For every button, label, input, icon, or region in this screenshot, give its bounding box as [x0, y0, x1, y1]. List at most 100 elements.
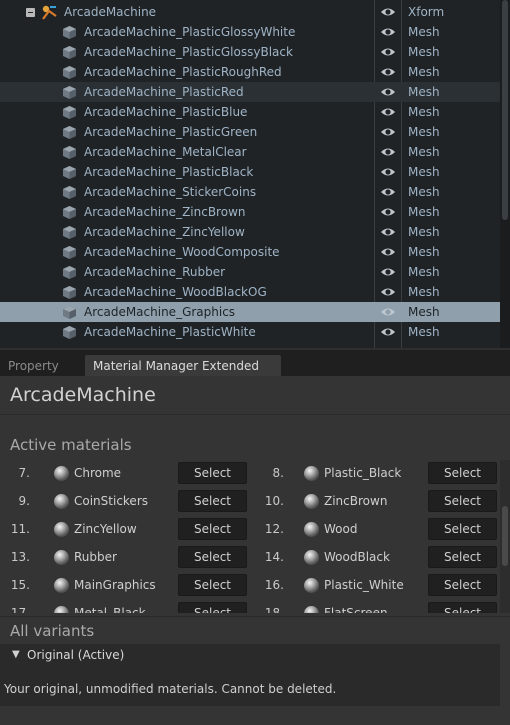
material-sphere-icon: [54, 522, 69, 537]
visibility-eye-icon[interactable]: [380, 146, 396, 158]
select-button[interactable]: Select: [178, 462, 247, 484]
visibility-eye-icon[interactable]: [380, 306, 396, 318]
active-materials-heading: Active materials: [10, 436, 132, 454]
tree-item-label: ArcadeMachine_PlasticGreen: [84, 125, 258, 139]
tree-item-type: Mesh: [408, 205, 440, 219]
tab-property[interactable]: Property: [0, 355, 82, 378]
material-number: 11.: [10, 522, 30, 536]
select-button[interactable]: Select: [428, 602, 497, 613]
tree-item-label: ArcadeMachine_PlasticRed: [84, 85, 244, 99]
mesh-icon: [63, 326, 76, 339]
select-button[interactable]: Select: [428, 490, 497, 512]
select-button[interactable]: Select: [178, 602, 247, 613]
tree-row[interactable]: ArcadeMachine_Graphics Mesh: [0, 302, 500, 322]
visibility-eye-icon[interactable]: [380, 46, 396, 58]
tree-item-label: ArcadeMachine_StickerCoins: [84, 185, 257, 199]
select-button[interactable]: Select: [178, 518, 247, 540]
expand-arrow-icon[interactable]: ▼: [12, 649, 20, 660]
mesh-icon: [63, 146, 76, 159]
visibility-eye-icon[interactable]: [380, 86, 396, 98]
visibility-eye-icon[interactable]: [380, 266, 396, 278]
tree-item-type: Mesh: [408, 25, 440, 39]
material-name: Rubber: [74, 550, 117, 564]
tree-row[interactable]: ArcadeMachine_MetalClear Mesh: [0, 142, 500, 162]
material-number: 10.: [264, 494, 284, 508]
material-sphere-icon: [304, 550, 319, 565]
tab-material-manager-extended[interactable]: Material Manager Extended: [85, 355, 281, 378]
material-name: ZincBrown: [324, 494, 388, 508]
tree-row[interactable]: ArcadeMachine_PlasticBlack Mesh: [0, 162, 500, 182]
tree-item-label: ArcadeMachine_PlasticGlossyWhite: [84, 25, 296, 39]
material-name: Metal_Black: [74, 606, 146, 613]
select-button[interactable]: Select: [178, 574, 247, 596]
materials-scrollbar-thumb[interactable]: [502, 506, 508, 566]
visibility-eye-icon[interactable]: [380, 6, 396, 18]
tree-item-type: Mesh: [408, 305, 440, 319]
material-name: ZincYellow: [74, 522, 137, 536]
mesh-icon: [63, 66, 76, 79]
tree-item-label: ArcadeMachine_PlasticWhite: [84, 325, 256, 339]
material-row: 13. Rubber Select 14. WoodBlack Select: [0, 544, 500, 572]
material-number: 15.: [10, 578, 30, 592]
material-row: 15. MainGraphics Select 16. Plastic_White Sel…: [0, 572, 500, 600]
tree-item-label: ArcadeMachine_WoodComposite: [84, 245, 280, 259]
visibility-eye-icon[interactable]: [380, 186, 396, 198]
select-button[interactable]: Select: [178, 490, 247, 512]
tree-scrollbar-thumb[interactable]: [502, 0, 508, 220]
select-button[interactable]: Select: [428, 546, 497, 568]
select-button[interactable]: Select: [428, 462, 497, 484]
tree-row[interactable]: ArcadeMachine_WoodComposite Mesh: [0, 242, 500, 262]
tree-row[interactable]: ArcadeMachine_ZincBrown Mesh: [0, 202, 500, 222]
tree-row[interactable]: ArcadeMachine_PlasticGlossyWhite Mesh: [0, 22, 500, 42]
mesh-icon: [63, 46, 76, 59]
variant-description: Your original, unmodified materials. Can…: [4, 682, 337, 696]
tree-row[interactable]: ArcadeMachine_WoodBlackOG Mesh: [0, 282, 500, 302]
select-button[interactable]: Select: [178, 546, 247, 568]
tree-item-label: ArcadeMachine_Graphics: [84, 305, 236, 319]
visibility-eye-icon[interactable]: [380, 26, 396, 38]
variant-item[interactable]: ▼ Original (Active) Your original, unmod…: [0, 644, 500, 706]
material-name: Chrome: [74, 466, 122, 480]
mesh-icon: [63, 206, 76, 219]
tree-row[interactable]: ArcadeMachine_PlasticWhite Mesh: [0, 322, 500, 342]
tree-item-type: Mesh: [408, 85, 440, 99]
visibility-eye-icon[interactable]: [380, 166, 396, 178]
collapse-icon[interactable]: [26, 8, 35, 17]
visibility-eye-icon[interactable]: [380, 246, 396, 258]
tree-row[interactable]: ArcadeMachine_PlasticGlossyBlack Mesh: [0, 42, 500, 62]
tree-row[interactable]: ArcadeMachine_StickerCoins Mesh: [0, 182, 500, 202]
materials-scrollbar[interactable]: [500, 460, 510, 613]
tree-row[interactable]: ArcadeMachine_PlasticBlue Mesh: [0, 102, 500, 122]
tree-row[interactable]: ArcadeMachine_ZincYellow Mesh: [0, 222, 500, 242]
tree-row[interactable]: ArcadeMachine_PlasticRed Mesh: [0, 82, 500, 102]
mesh-icon: [63, 166, 76, 179]
visibility-eye-icon[interactable]: [380, 126, 396, 138]
tree-scrollbar[interactable]: [500, 0, 510, 348]
tree-row[interactable]: ArcadeMachine_PlasticGreen Mesh: [0, 122, 500, 142]
material-sphere-icon: [54, 578, 69, 593]
mesh-icon: [63, 26, 76, 39]
tree-row[interactable]: ArcadeMachine_PlasticRoughRed Mesh: [0, 62, 500, 82]
visibility-eye-icon[interactable]: [380, 286, 396, 298]
tree-row-root[interactable]: ArcadeMachine Xform: [0, 2, 500, 22]
tree-row[interactable]: ArcadeMachine_Rubber Mesh: [0, 262, 500, 282]
tree-item-label: ArcadeMachine_ZincYellow: [84, 225, 245, 239]
visibility-eye-icon[interactable]: [380, 226, 396, 238]
material-number: 9.: [18, 494, 30, 508]
material-sphere-icon: [304, 606, 319, 613]
select-button[interactable]: Select: [428, 574, 497, 596]
mesh-icon: [63, 186, 76, 199]
visibility-eye-icon[interactable]: [380, 106, 396, 118]
material-sphere-icon: [54, 550, 69, 565]
material-row: 17. Metal_Black Select 18. FlatScreen Select: [0, 600, 500, 613]
visibility-eye-icon[interactable]: [380, 66, 396, 78]
material-sphere-icon: [54, 466, 69, 481]
mesh-icon: [63, 286, 76, 299]
mesh-icon: [63, 86, 76, 99]
tree-item-type: Mesh: [408, 285, 440, 299]
visibility-eye-icon[interactable]: [380, 326, 396, 338]
visibility-eye-icon[interactable]: [380, 206, 396, 218]
tree-item-type: Mesh: [408, 125, 440, 139]
select-button[interactable]: Select: [428, 518, 497, 540]
mesh-icon: [63, 246, 76, 259]
